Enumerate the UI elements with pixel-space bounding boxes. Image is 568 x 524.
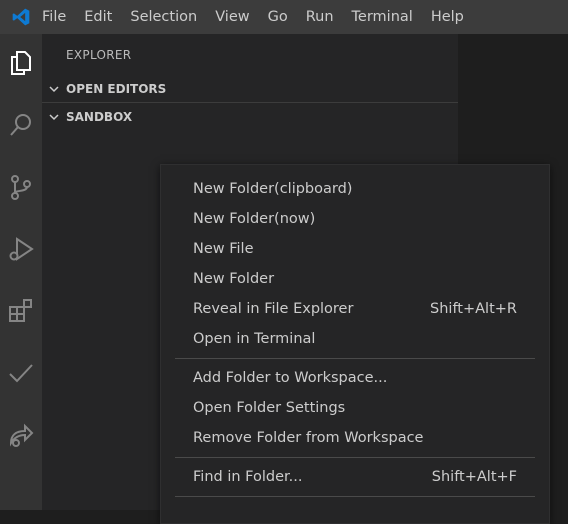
section-divider xyxy=(42,102,458,103)
remote-icon[interactable] xyxy=(0,414,42,456)
menu-edit[interactable]: Edit xyxy=(75,0,121,34)
menu-item-label: Add Folder to Workspace... xyxy=(193,370,388,386)
explorer-icon[interactable] xyxy=(0,42,42,84)
chevron-down-icon xyxy=(42,111,66,123)
menu-help[interactable]: Help xyxy=(422,0,473,34)
menu-item-add-folder-to-workspace[interactable]: Add Folder to Workspace... xyxy=(161,363,549,393)
menu-selection[interactable]: Selection xyxy=(121,0,206,34)
extensions-icon[interactable] xyxy=(0,290,42,332)
section-open-editors[interactable]: OPEN EDITORS xyxy=(42,78,458,100)
menu-item-new-folder-now[interactable]: New Folder(now) xyxy=(161,204,549,234)
menu-separator xyxy=(175,496,535,497)
menu-item-reveal-in-file-explorer[interactable]: Reveal in File Explorer Shift+Alt+R xyxy=(161,294,549,324)
menu-item-shortcut: Shift+Alt+R xyxy=(430,301,517,317)
menu-item-find-in-folder[interactable]: Find in Folder... Shift+Alt+F xyxy=(161,462,549,492)
menu-item-label: New File xyxy=(193,241,254,257)
menu-item-label: New Folder(clipboard) xyxy=(193,181,353,197)
activity-bar xyxy=(0,34,42,510)
search-icon[interactable] xyxy=(0,104,42,146)
menu-item-new-file[interactable]: New File xyxy=(161,234,549,264)
menu-go[interactable]: Go xyxy=(259,0,297,34)
menu-run[interactable]: Run xyxy=(297,0,343,34)
menu-bar: File Edit Selection View Go Run Terminal… xyxy=(0,0,568,34)
menu-item-new-folder-clipboard[interactable]: New Folder(clipboard) xyxy=(161,174,549,204)
menu-item-remove-folder-from-workspace[interactable]: Remove Folder from Workspace xyxy=(161,423,549,453)
menu-item-label: New Folder(now) xyxy=(193,211,316,227)
menu-item-open-folder-settings[interactable]: Open Folder Settings xyxy=(161,393,549,423)
check-icon[interactable] xyxy=(0,352,42,394)
menu-separator xyxy=(175,457,535,458)
source-control-icon[interactable] xyxy=(0,166,42,208)
menu-item-label: Remove Folder from Workspace xyxy=(193,430,424,446)
menu-item-label: New Folder xyxy=(193,271,275,287)
menu-item-label: Reveal in File Explorer xyxy=(193,301,354,317)
menu-separator xyxy=(175,358,535,359)
menu-item-label: Open Folder Settings xyxy=(193,400,346,416)
menu-item-shortcut: Shift+Alt+F xyxy=(431,469,517,485)
menu-item-label: Find in Folder... xyxy=(193,469,303,485)
context-menu: New Folder(clipboard) New Folder(now) Ne… xyxy=(160,164,550,524)
section-label: OPEN EDITORS xyxy=(66,82,167,96)
menu-view[interactable]: View xyxy=(206,0,258,34)
section-label: SANDBOX xyxy=(66,110,133,124)
run-debug-icon[interactable] xyxy=(0,228,42,270)
chevron-down-icon xyxy=(42,83,66,95)
menu-file[interactable]: File xyxy=(42,0,75,34)
sidebar-title: EXPLORER xyxy=(66,48,132,62)
menu-item-open-in-terminal[interactable]: Open in Terminal xyxy=(161,324,549,354)
menu-item-new-folder[interactable]: New Folder xyxy=(161,264,549,294)
vscode-logo-icon xyxy=(0,0,42,34)
menu-terminal[interactable]: Terminal xyxy=(343,0,422,34)
menu-item-label: Open in Terminal xyxy=(193,331,316,347)
section-sandbox[interactable]: SANDBOX xyxy=(42,106,458,128)
